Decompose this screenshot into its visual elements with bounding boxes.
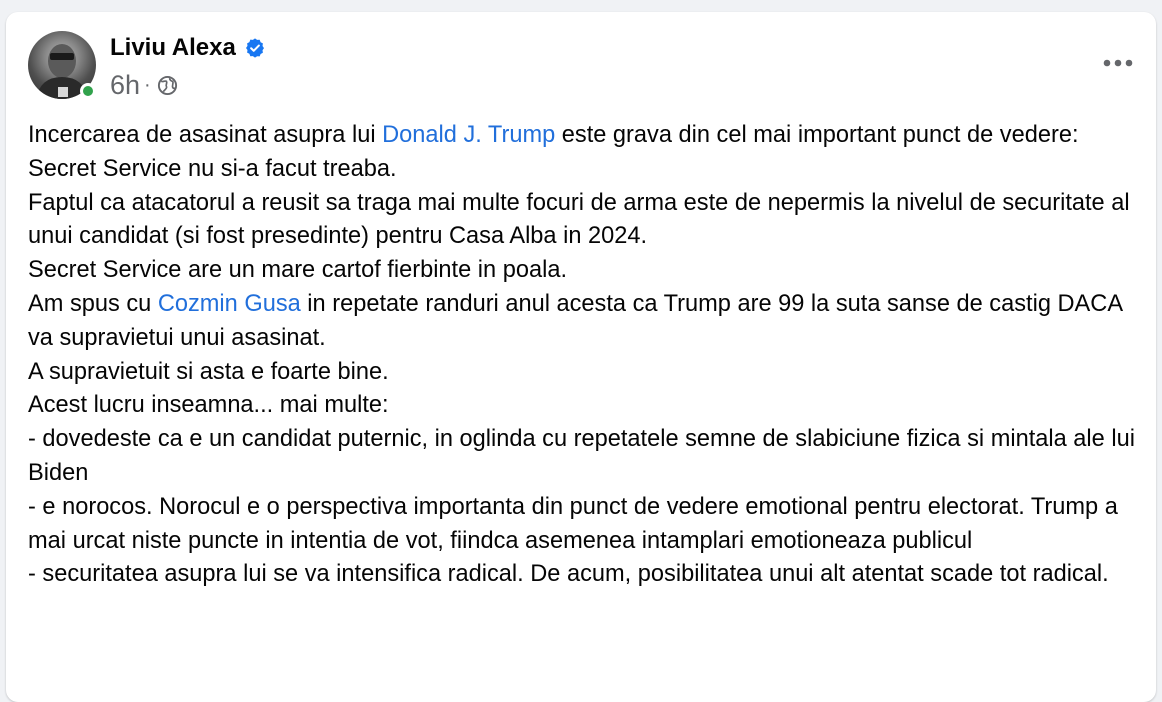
post-timestamp[interactable]: 6h bbox=[110, 70, 140, 101]
paragraph-text: Am spus cu bbox=[28, 290, 158, 317]
post-paragraph: Acest lucru inseamna... mai multe: bbox=[28, 392, 389, 419]
post-paragraph: - dovedeste ca e un candidat puternic, i… bbox=[28, 426, 1142, 486]
post-text: Incercarea de asasinat asupra lui Donald… bbox=[28, 119, 1146, 592]
post-paragraph: Secret Service are un mare cartof fierbi… bbox=[28, 257, 567, 284]
paragraph-text: Incercarea de asasinat asupra lui bbox=[28, 122, 383, 148]
post-paragraph: - securitatea asupra lui se va intensifi… bbox=[28, 561, 1109, 588]
author-name[interactable]: Liviu Alexa bbox=[110, 34, 236, 62]
mention-link-cozmin-gusa[interactable]: Cozmin Gusa bbox=[158, 291, 301, 317]
post-meta: 6h · bbox=[110, 70, 178, 101]
post-paragraph: A supravietuit si asta e foarte bine. bbox=[28, 358, 389, 385]
more-options-button[interactable] bbox=[1098, 50, 1138, 76]
author-avatar[interactable] bbox=[28, 31, 96, 99]
post-paragraph: Incercarea de asasinat asupra lui Donald… bbox=[28, 119, 1146, 187]
meta-separator: · bbox=[144, 74, 151, 96]
post-card: Liviu Alexa 6h · Incercarea de asasinat … bbox=[6, 12, 1156, 702]
globe-icon[interactable] bbox=[157, 75, 178, 96]
more-options-icon bbox=[1103, 59, 1133, 67]
post-paragraph: - e norocos. Norocul e o perspectiva imp… bbox=[28, 493, 1125, 554]
mention-link-donald-trump[interactable]: Donald J. Trump bbox=[382, 122, 555, 148]
online-status-dot bbox=[80, 83, 96, 99]
post-paragraph: Faptul ca atacatorul a reusit sa traga m… bbox=[28, 189, 1137, 250]
verified-badge-icon bbox=[245, 38, 264, 58]
post-paragraph: Am spus cu Cozmin Gusa in repetate randu… bbox=[28, 288, 1146, 356]
author-row: Liviu Alexa bbox=[110, 34, 266, 62]
